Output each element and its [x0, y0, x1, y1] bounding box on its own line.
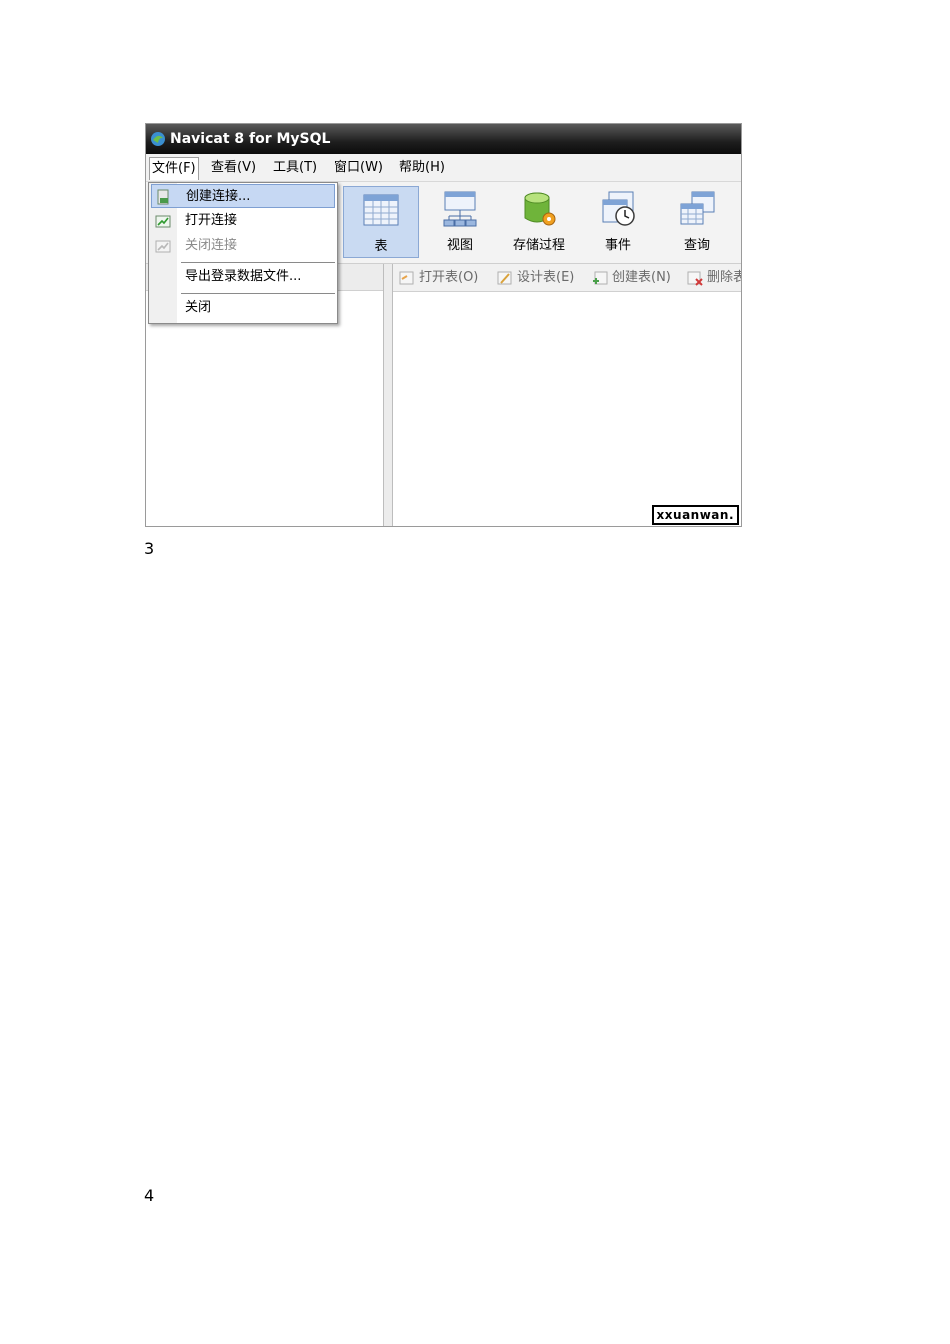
query-icon	[680, 191, 715, 225]
toolbar-event-button[interactable]: 事件	[580, 186, 656, 258]
create-table-button[interactable]: 创建表(N)	[592, 269, 671, 287]
menu-item-export-login-label: 导出登录数据文件...	[185, 269, 302, 284]
menu-help[interactable]: 帮助(H)	[397, 159, 447, 177]
menu-item-new-connection-label: 创建连接...	[186, 189, 251, 204]
page-number: 4	[144, 1186, 155, 1205]
menu-item-close-connection[interactable]: 关闭连接	[151, 234, 335, 258]
open-connection-icon	[155, 215, 171, 228]
toolbar-procedure-button[interactable]: 存储过程	[501, 186, 577, 258]
design-table-icon	[497, 271, 512, 285]
toolbar-procedure-label: 存储过程	[512, 238, 565, 253]
object-list-pane[interactable]: 打开表(O) 设计表(E) 创建表(N) 删除表 xxuanwan.	[393, 264, 741, 526]
pane-splitter[interactable]	[384, 264, 393, 526]
navicat-app-icon	[151, 132, 165, 146]
new-connection-icon	[157, 189, 169, 205]
toolbar-table-label: 表	[374, 239, 388, 254]
toolbar-query-label: 查询	[683, 238, 710, 253]
menu-item-export-login[interactable]: 导出登录数据文件...	[151, 265, 335, 289]
menu-item-close[interactable]: 关闭	[151, 296, 335, 320]
toolbar-view-button[interactable]: 视图	[422, 186, 498, 258]
close-connection-icon	[155, 240, 171, 253]
menu-view[interactable]: 查看(V)	[209, 159, 258, 177]
watermark-logo: xxuanwan.	[651, 505, 739, 525]
menu-separator	[181, 262, 335, 263]
window-title: Navicat 8 for MySQL	[170, 131, 331, 147]
open-table-label: 打开表(O)	[419, 270, 479, 285]
menu-item-new-connection[interactable]: 创建连接...	[151, 184, 335, 208]
open-table-button[interactable]: 打开表(O)	[399, 269, 478, 287]
page-number: 3	[144, 539, 155, 558]
menu-separator	[181, 293, 335, 294]
event-clock-icon	[602, 191, 635, 226]
delete-table-button[interactable]: 删除表	[687, 269, 741, 287]
create-table-label: 创建表(N)	[612, 270, 671, 285]
design-table-label: 设计表(E)	[517, 270, 575, 285]
menu-bar: 文件(F) 查看(V) 工具(T) 窗口(W) 帮助(H)	[146, 154, 741, 182]
menu-item-open-connection[interactable]: 打开连接	[151, 209, 335, 233]
menu-item-close-label: 关闭	[185, 300, 212, 315]
menu-file[interactable]: 文件(F)	[149, 157, 199, 180]
toolbar-table-button[interactable]: 表	[343, 186, 419, 258]
menu-tools[interactable]: 工具(T)	[271, 159, 319, 177]
object-toolbar: 打开表(O) 设计表(E) 创建表(N) 删除表	[393, 264, 741, 292]
menu-window[interactable]: 窗口(W)	[332, 159, 385, 177]
navicat-window-screenshot: Navicat 8 for MySQL 文件(F) 查看(V) 工具(T) 窗口…	[145, 123, 742, 527]
toolbar-view-label: 视图	[446, 238, 473, 253]
create-table-icon	[593, 271, 608, 285]
file-menu-dropdown: 创建连接... 打开连接 关闭连接 导出登录数据文件... 关闭	[148, 182, 338, 324]
stored-procedure-icon	[524, 192, 556, 226]
toolbar-query-button[interactable]: 查询	[659, 186, 735, 258]
delete-table-icon	[687, 271, 703, 286]
menu-item-close-connection-label: 关闭连接	[185, 238, 238, 253]
menu-item-open-connection-label: 打开连接	[185, 213, 238, 228]
table-icon	[363, 194, 399, 226]
view-icon	[443, 191, 477, 227]
open-table-icon	[399, 271, 414, 285]
design-table-button[interactable]: 设计表(E)	[497, 269, 574, 287]
window-titlebar: Navicat 8 for MySQL	[146, 124, 741, 154]
delete-table-label: 删除表	[707, 270, 741, 285]
toolbar-event-label: 事件	[604, 238, 631, 253]
